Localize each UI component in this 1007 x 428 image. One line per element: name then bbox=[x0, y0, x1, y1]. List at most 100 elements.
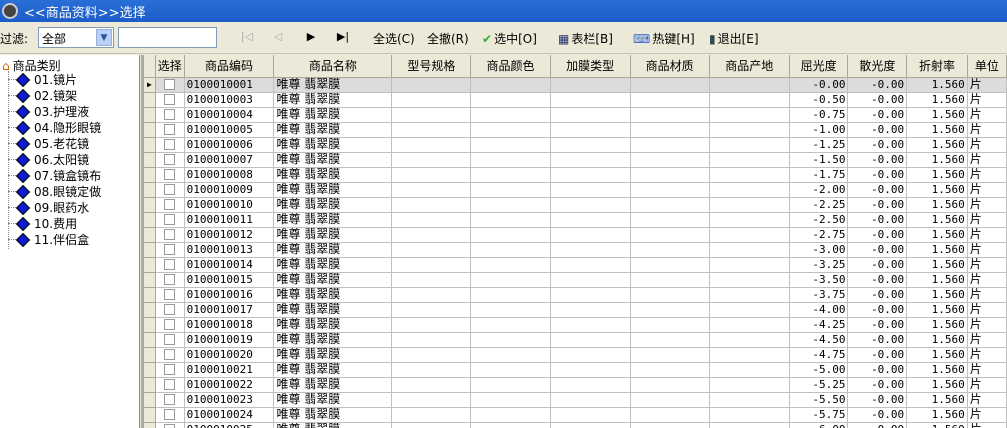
table-row[interactable]: 0100010019 唯尊 翡翠膜 -4.50 -0.00 1.560 片 bbox=[143, 331, 1007, 348]
select-checkbox-cell[interactable] bbox=[154, 256, 185, 273]
table-row[interactable]: 0100010016 唯尊 翡翠膜 -3.75 -0.00 1.560 片 bbox=[143, 286, 1007, 303]
table-row[interactable]: 0100010008 唯尊 翡翠膜 -1.75 -0.00 1.560 片 bbox=[143, 166, 1007, 183]
tree-item[interactable]: 03.护理液 bbox=[8, 104, 89, 119]
table-row[interactable]: 0100010022 唯尊 翡翠膜 -5.25 -0.00 1.560 片 bbox=[143, 376, 1007, 393]
tree-item[interactable]: 02.镜架 bbox=[8, 88, 77, 103]
row-checkbox[interactable] bbox=[164, 94, 176, 105]
row-checkbox[interactable] bbox=[164, 364, 176, 375]
tree-item[interactable]: 09.眼药水 bbox=[8, 200, 89, 215]
select-checkbox-cell[interactable] bbox=[154, 226, 185, 243]
tree-item[interactable]: 10.费用 bbox=[8, 216, 77, 231]
column-header[interactable]: 折射率 bbox=[906, 55, 968, 78]
select-checkbox-cell[interactable] bbox=[154, 406, 185, 423]
deselect-all-button[interactable]: 全撤(R) bbox=[427, 30, 469, 47]
row-checkbox[interactable] bbox=[164, 184, 176, 195]
tree-item[interactable]: 11.伴侣盒 bbox=[8, 232, 89, 247]
table-row[interactable]: 0100010017 唯尊 翡翠膜 -4.00 -0.00 1.560 片 bbox=[143, 301, 1007, 318]
chevron-down-icon[interactable]: ▼ bbox=[96, 29, 112, 46]
select-checkbox-cell[interactable] bbox=[154, 316, 185, 333]
table-row[interactable]: 0100010013 唯尊 翡翠膜 -3.00 -0.00 1.560 片 bbox=[143, 241, 1007, 258]
row-checkbox[interactable] bbox=[164, 274, 176, 285]
tree-item[interactable]: 01.镜片 bbox=[8, 72, 77, 87]
tree-item[interactable]: 04.隐形眼镜 bbox=[8, 120, 101, 135]
first-record-button[interactable]: |◁ bbox=[237, 30, 257, 43]
select-all-button[interactable]: 全选(C) bbox=[373, 30, 415, 47]
table-row[interactable]: 0100010018 唯尊 翡翠膜 -4.25 -0.00 1.560 片 bbox=[143, 316, 1007, 333]
select-checkbox-cell[interactable] bbox=[154, 166, 185, 183]
row-checkbox[interactable] bbox=[164, 319, 176, 330]
column-header[interactable]: 商品产地 bbox=[708, 55, 790, 78]
table-row[interactable]: 0100010010 唯尊 翡翠膜 -2.25 -0.00 1.560 片 bbox=[143, 196, 1007, 213]
select-checkbox-cell[interactable] bbox=[154, 76, 185, 93]
select-checkbox-cell[interactable] bbox=[154, 346, 185, 363]
select-checkbox-cell[interactable] bbox=[154, 376, 185, 393]
table-row[interactable]: 0100010006 唯尊 翡翠膜 -1.25 -0.00 1.560 片 bbox=[143, 136, 1007, 153]
select-checkbox-cell[interactable] bbox=[154, 181, 185, 198]
column-header[interactable]: 商品名称 bbox=[273, 55, 393, 78]
row-checkbox[interactable] bbox=[164, 169, 176, 180]
columns-button[interactable]: ▦ 表栏[B] bbox=[558, 30, 613, 47]
next-record-button[interactable]: ▶ bbox=[301, 30, 321, 43]
select-checkbox-cell[interactable] bbox=[154, 271, 185, 288]
row-checkbox[interactable] bbox=[164, 379, 176, 390]
select-checkbox-cell[interactable] bbox=[154, 196, 185, 213]
row-checkbox[interactable] bbox=[164, 109, 176, 120]
select-checkbox-cell[interactable] bbox=[154, 241, 185, 258]
select-checkbox-cell[interactable] bbox=[154, 301, 185, 318]
search-input[interactable] bbox=[118, 27, 217, 48]
row-checkbox[interactable] bbox=[164, 199, 176, 210]
row-checkbox[interactable] bbox=[164, 394, 176, 405]
column-header[interactable]: 选择 bbox=[154, 55, 185, 78]
row-checkbox[interactable] bbox=[164, 409, 176, 420]
row-checkbox[interactable] bbox=[164, 154, 176, 165]
column-header[interactable]: 商品材质 bbox=[629, 55, 710, 78]
row-checkbox[interactable] bbox=[164, 289, 176, 300]
row-checkbox[interactable] bbox=[164, 229, 176, 240]
app-icon[interactable] bbox=[2, 3, 18, 19]
column-header[interactable]: 商品颜色 bbox=[470, 55, 551, 78]
select-checkbox-cell[interactable] bbox=[154, 121, 185, 138]
column-header[interactable]: 散光度 bbox=[847, 55, 908, 78]
select-checkbox-cell[interactable] bbox=[154, 136, 185, 153]
last-record-button[interactable]: ▶| bbox=[333, 30, 353, 43]
table-row[interactable]: 0100010015 唯尊 翡翠膜 -3.50 -0.00 1.560 片 bbox=[143, 271, 1007, 288]
row-checkbox[interactable] bbox=[164, 214, 176, 225]
prev-record-button[interactable]: ◁ bbox=[268, 30, 288, 43]
select-checkbox-cell[interactable] bbox=[154, 421, 185, 428]
exit-button[interactable]: ▮ 退出[E] bbox=[709, 30, 759, 47]
select-checkbox-cell[interactable] bbox=[154, 211, 185, 228]
select-checkbox-cell[interactable] bbox=[154, 361, 185, 378]
tree-item[interactable]: 05.老花镜 bbox=[8, 136, 89, 151]
row-checkbox[interactable] bbox=[164, 424, 176, 428]
table-row[interactable]: 0100010011 唯尊 翡翠膜 -2.50 -0.00 1.560 片 bbox=[143, 211, 1007, 228]
select-checkbox-cell[interactable] bbox=[154, 91, 185, 108]
column-header[interactable]: 型号规格 bbox=[391, 55, 472, 78]
select-checkbox-cell[interactable] bbox=[154, 286, 185, 303]
table-row[interactable]: 0100010004 唯尊 翡翠膜 -0.75 -0.00 1.560 片 bbox=[143, 106, 1007, 123]
row-checkbox[interactable] bbox=[164, 124, 176, 135]
table-row[interactable]: 0100010007 唯尊 翡翠膜 -1.50 -0.00 1.560 片 bbox=[143, 151, 1007, 168]
column-header[interactable]: 商品编码 bbox=[183, 55, 275, 78]
row-checkbox[interactable] bbox=[164, 139, 176, 150]
table-row[interactable]: 0100010012 唯尊 翡翠膜 -2.75 -0.00 1.560 片 bbox=[143, 226, 1007, 243]
table-row[interactable]: 0100010005 唯尊 翡翠膜 -1.00 -0.00 1.560 片 bbox=[143, 121, 1007, 138]
row-checkbox[interactable] bbox=[164, 304, 176, 315]
table-row[interactable]: 0100010014 唯尊 翡翠膜 -3.25 -0.00 1.560 片 bbox=[143, 256, 1007, 273]
row-checkbox[interactable] bbox=[164, 349, 176, 360]
table-row[interactable]: 0100010024 唯尊 翡翠膜 -5.75 -0.00 1.560 片 bbox=[143, 406, 1007, 423]
hotkeys-button[interactable]: ⌨ 热键[H] bbox=[633, 30, 695, 47]
column-header[interactable]: 屈光度 bbox=[788, 55, 849, 78]
row-checkbox[interactable] bbox=[164, 259, 176, 270]
tree-item[interactable]: 06.太阳镜 bbox=[8, 152, 89, 167]
table-row[interactable]: ▶ 0100010001 唯尊 翡翠膜 -0.00 -0.00 1.560 片 bbox=[143, 76, 1007, 93]
select-checkbox-cell[interactable] bbox=[154, 391, 185, 408]
table-row[interactable]: 0100010020 唯尊 翡翠膜 -4.75 -0.00 1.560 片 bbox=[143, 346, 1007, 363]
filter-select[interactable]: 全部 ▼ bbox=[38, 27, 114, 48]
row-checkbox[interactable] bbox=[164, 79, 176, 90]
select-checkbox-cell[interactable] bbox=[154, 331, 185, 348]
column-header[interactable]: 加膜类型 bbox=[549, 55, 631, 78]
tree-item[interactable]: 07.镜盒镜布 bbox=[8, 168, 101, 183]
table-row[interactable]: 0100010023 唯尊 翡翠膜 -5.50 -0.00 1.560 片 bbox=[143, 391, 1007, 408]
select-checkbox-cell[interactable] bbox=[154, 151, 185, 168]
select-button[interactable]: ✔ 选中[O] bbox=[482, 30, 537, 47]
